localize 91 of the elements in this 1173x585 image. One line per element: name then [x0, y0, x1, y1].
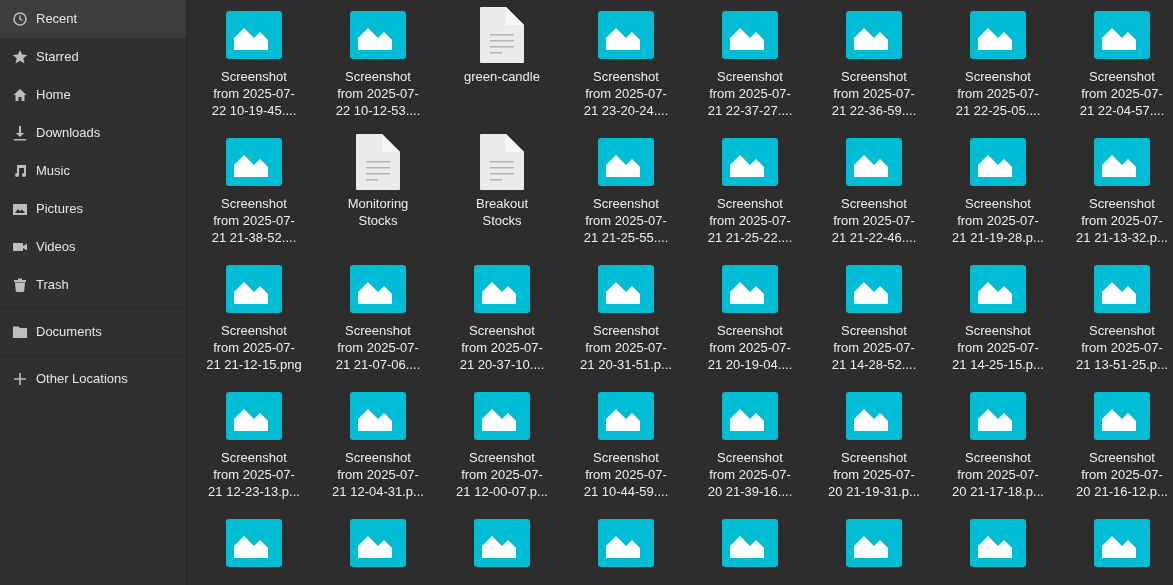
file-name: Screenshot from 2025-07- 20 21-17-18.p... — [952, 449, 1044, 500]
document-file-icon[interactable] — [480, 7, 524, 63]
document-file-icon[interactable] — [480, 134, 524, 190]
file-name: Screenshot from 2025-07- 21 22-37-27.... — [707, 68, 793, 119]
file-name: green-candle — [464, 68, 540, 85]
image-file-icon[interactable] — [846, 392, 902, 440]
image-file-icon[interactable] — [1094, 519, 1150, 567]
file-name: Screenshot from 2025-07- 21 14-28-52.... — [831, 322, 917, 373]
document-file-icon[interactable] — [356, 134, 400, 190]
file-name: Screenshot from 2025-07- 21 14-25-15.p... — [952, 322, 1044, 373]
image-file-icon[interactable] — [598, 265, 654, 313]
sidebar-item[interactable]: Other Locations — [0, 360, 186, 398]
file-name: Screenshot from 2025-07- 21 20-37-10.... — [459, 322, 545, 373]
image-file-icon[interactable] — [350, 392, 406, 440]
image-file-icon[interactable] — [970, 519, 1026, 567]
image-file-icon[interactable] — [474, 392, 530, 440]
file-name: Monitoring Stocks — [347, 195, 409, 229]
file-name: Screenshot from 2025-07- 22 10-12-53.... — [335, 68, 421, 119]
image-file-icon[interactable] — [226, 265, 282, 313]
file-name: Screenshot from 2025-07- 21 12-23-13.p... — [208, 449, 300, 500]
home-icon — [12, 87, 28, 103]
file-name: Screenshot from 2025-07- 21 21-38-52.... — [211, 195, 297, 246]
file-name: Screenshot from 2025-07- 21 20-19-04.... — [707, 322, 793, 373]
image-file-icon[interactable] — [722, 519, 778, 567]
file-name: Screenshot from 2025-07- 22 10-19-45.... — [211, 68, 297, 119]
folder-icon — [12, 324, 28, 340]
image-file-icon[interactable] — [722, 11, 778, 59]
file-name: Screenshot from 2025-07- 21 21-07-06.... — [335, 322, 421, 373]
file-name: Screenshot from 2025-07- 21 21-22-46.... — [831, 195, 917, 246]
file-name: Screenshot from 2025-07- 21 12-00-07.p... — [456, 449, 548, 500]
file-name: Screenshot from 2025-07- 21 13-51-25.p... — [1076, 322, 1168, 373]
music-note-icon — [12, 163, 28, 179]
image-file-icon[interactable] — [970, 392, 1026, 440]
clock-icon — [12, 11, 28, 27]
image-file-icon[interactable] — [1094, 392, 1150, 440]
sidebar-item[interactable]: Downloads — [0, 114, 186, 152]
image-file-icon[interactable] — [598, 519, 654, 567]
image-file-icon[interactable] — [970, 138, 1026, 186]
image-file-icon[interactable] — [350, 11, 406, 59]
image-file-icon[interactable] — [226, 519, 282, 567]
image-file-icon[interactable] — [722, 265, 778, 313]
image-file-icon[interactable] — [226, 138, 282, 186]
image-file-icon[interactable] — [598, 138, 654, 186]
image-file-icon[interactable] — [1094, 265, 1150, 313]
file-name: Screenshot from 2025-07- 21 21-13-32.p... — [1076, 195, 1168, 246]
image-file-icon[interactable] — [722, 392, 778, 440]
file-name: Screenshot from 2025-07- 21 22-04-57.... — [1079, 68, 1165, 119]
file-name: Screenshot from 2025-07- 21 22-36-59.... — [831, 68, 917, 119]
star-icon — [12, 49, 28, 65]
sidebar-item[interactable]: Pictures — [0, 190, 186, 228]
image-file-icon[interactable] — [226, 392, 282, 440]
sidebar-item[interactable]: Starred — [0, 38, 186, 76]
file-name: Screenshot from 2025-07- 21 22-25-05.... — [955, 68, 1041, 119]
file-name: Breakout Stocks — [475, 195, 528, 229]
file-name: Screenshot from 2025-07- 21 23-20-24.... — [583, 68, 669, 119]
file-name: Screenshot from 2025-07- 21 10-44-59.... — [583, 449, 669, 500]
file-name: Screenshot from 2025-07- 20 21-19-31.p... — [828, 449, 920, 500]
plus-icon — [12, 371, 28, 387]
image-file-icon[interactable] — [598, 11, 654, 59]
file-name: Screenshot from 2025-07- 20 21-16-12.p... — [1076, 449, 1168, 500]
image-file-icon[interactable] — [1094, 138, 1150, 186]
image-file-icon[interactable] — [970, 265, 1026, 313]
image-file-icon[interactable] — [1094, 11, 1150, 59]
picture-icon — [12, 201, 28, 217]
sidebar-item[interactable]: Trash — [0, 266, 186, 304]
sidebar-item[interactable]: Videos — [0, 228, 186, 266]
image-file-icon[interactable] — [970, 11, 1026, 59]
image-file-icon[interactable] — [846, 265, 902, 313]
image-file-icon[interactable] — [846, 519, 902, 567]
download-icon — [12, 125, 28, 141]
sidebar-item[interactable]: Music — [0, 152, 186, 190]
file-name: Screenshot from 2025-07- 21 21-12-15.png — [206, 322, 302, 373]
image-file-icon[interactable] — [350, 519, 406, 567]
image-file-icon[interactable] — [598, 392, 654, 440]
sidebar-item[interactable]: Recent — [0, 0, 186, 38]
sidebar-item[interactable]: Home — [0, 76, 186, 114]
image-file-icon[interactable] — [846, 138, 902, 186]
image-file-icon[interactable] — [722, 138, 778, 186]
file-name: Screenshot from 2025-07- 21 20-31-51.p... — [580, 322, 672, 373]
file-name: Screenshot from 2025-07- 21 12-04-31.p... — [332, 449, 424, 500]
image-file-icon[interactable] — [474, 519, 530, 567]
sidebar-item[interactable]: Documents — [0, 313, 186, 351]
image-file-icon[interactable] — [226, 11, 282, 59]
image-file-icon[interactable] — [350, 265, 406, 313]
image-file-icon[interactable] — [846, 11, 902, 59]
file-name: Screenshot from 2025-07- 21 21-25-22.... — [707, 195, 793, 246]
file-name: Screenshot from 2025-07- 20 21-39-16.... — [707, 449, 793, 500]
file-name: Screenshot from 2025-07- 21 21-19-28.p... — [952, 195, 1044, 246]
trash-icon — [12, 277, 28, 293]
file-name: Screenshot from 2025-07- 21 21-25-55.... — [583, 195, 669, 246]
image-file-icon[interactable] — [474, 265, 530, 313]
